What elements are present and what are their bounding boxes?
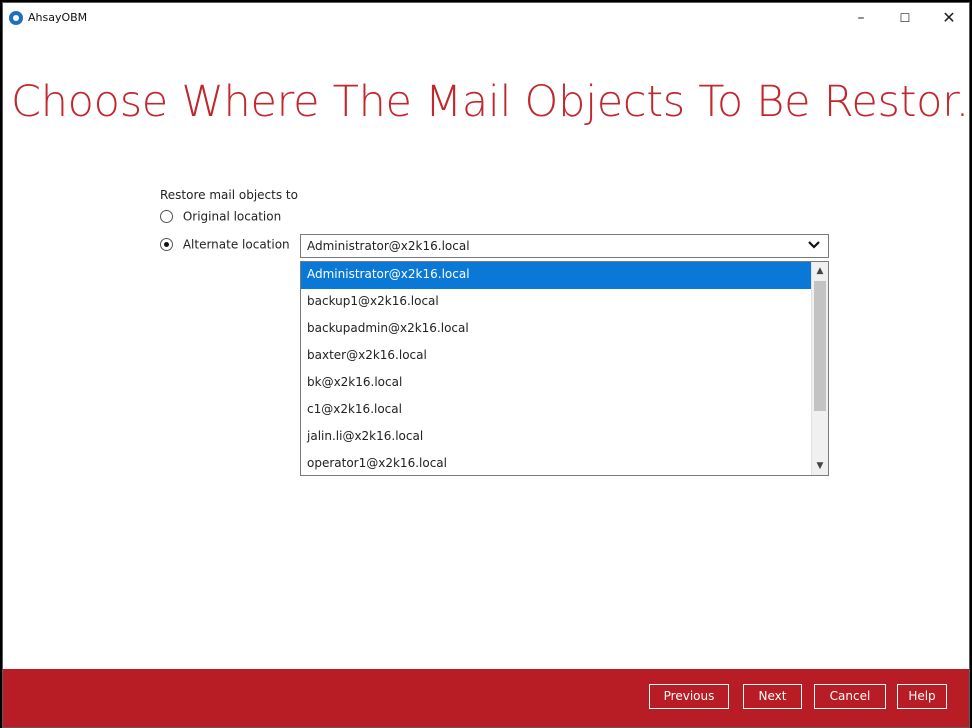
- alternate-location-radio[interactable]: [160, 238, 173, 251]
- maximize-button[interactable]: ☐: [883, 3, 927, 33]
- original-location-radio[interactable]: [160, 210, 173, 223]
- scroll-down-icon[interactable]: ▼: [812, 458, 828, 474]
- dropdown-item[interactable]: Administrator@x2k16.local: [301, 262, 812, 289]
- select-value: Administrator@x2k16.local: [307, 239, 470, 253]
- alternate-location-label: Alternate location: [182, 237, 290, 252]
- footer-bar: Previous Next Cancel Help: [3, 669, 969, 727]
- page-title: Choose Where The Mail Objects To Be Rest…: [11, 77, 971, 127]
- scroll-thumb[interactable]: [814, 281, 826, 411]
- next-button[interactable]: Next: [743, 684, 802, 709]
- app-window: AhsayOBM – ☐ ✕ Choose Where The Mail Obj…: [2, 2, 971, 728]
- original-location-option[interactable]: Original location: [160, 209, 281, 224]
- dropdown-item[interactable]: baxter@x2k16.local: [301, 343, 812, 370]
- dropdown-scrollbar[interactable]: ▲ ▼: [811, 262, 828, 475]
- dropdown-item[interactable]: bk@x2k16.local: [301, 370, 812, 397]
- dropdown-item[interactable]: backup1@x2k16.local: [301, 289, 812, 316]
- dropdown-item[interactable]: c1@x2k16.local: [301, 397, 812, 424]
- original-location-label: Original location: [182, 209, 282, 224]
- dropdown-list[interactable]: Administrator@x2k16.local backup1@x2k16.…: [300, 261, 829, 476]
- restore-to-label: Restore mail objects to: [160, 188, 298, 202]
- close-button[interactable]: ✕: [927, 3, 971, 33]
- app-logo-icon: [9, 11, 23, 25]
- scroll-up-icon[interactable]: ▲: [812, 263, 828, 279]
- dropdown-item[interactable]: operator1@x2k16.local: [301, 451, 812, 475]
- help-button[interactable]: Help: [897, 684, 947, 709]
- title-bar: AhsayOBM – ☐ ✕: [3, 3, 969, 33]
- dropdown-item[interactable]: jalin.li@x2k16.local: [301, 424, 812, 451]
- chevron-down-icon[interactable]: [808, 239, 820, 253]
- minimize-button[interactable]: –: [839, 3, 883, 33]
- dropdown-item[interactable]: backupadmin@x2k16.local: [301, 316, 812, 343]
- alternate-location-option[interactable]: Alternate location: [160, 237, 290, 252]
- alternate-location-select[interactable]: Administrator@x2k16.local: [300, 234, 829, 258]
- cancel-button[interactable]: Cancel: [814, 684, 886, 709]
- previous-button[interactable]: Previous: [649, 684, 729, 709]
- window-title: AhsayOBM: [28, 11, 88, 24]
